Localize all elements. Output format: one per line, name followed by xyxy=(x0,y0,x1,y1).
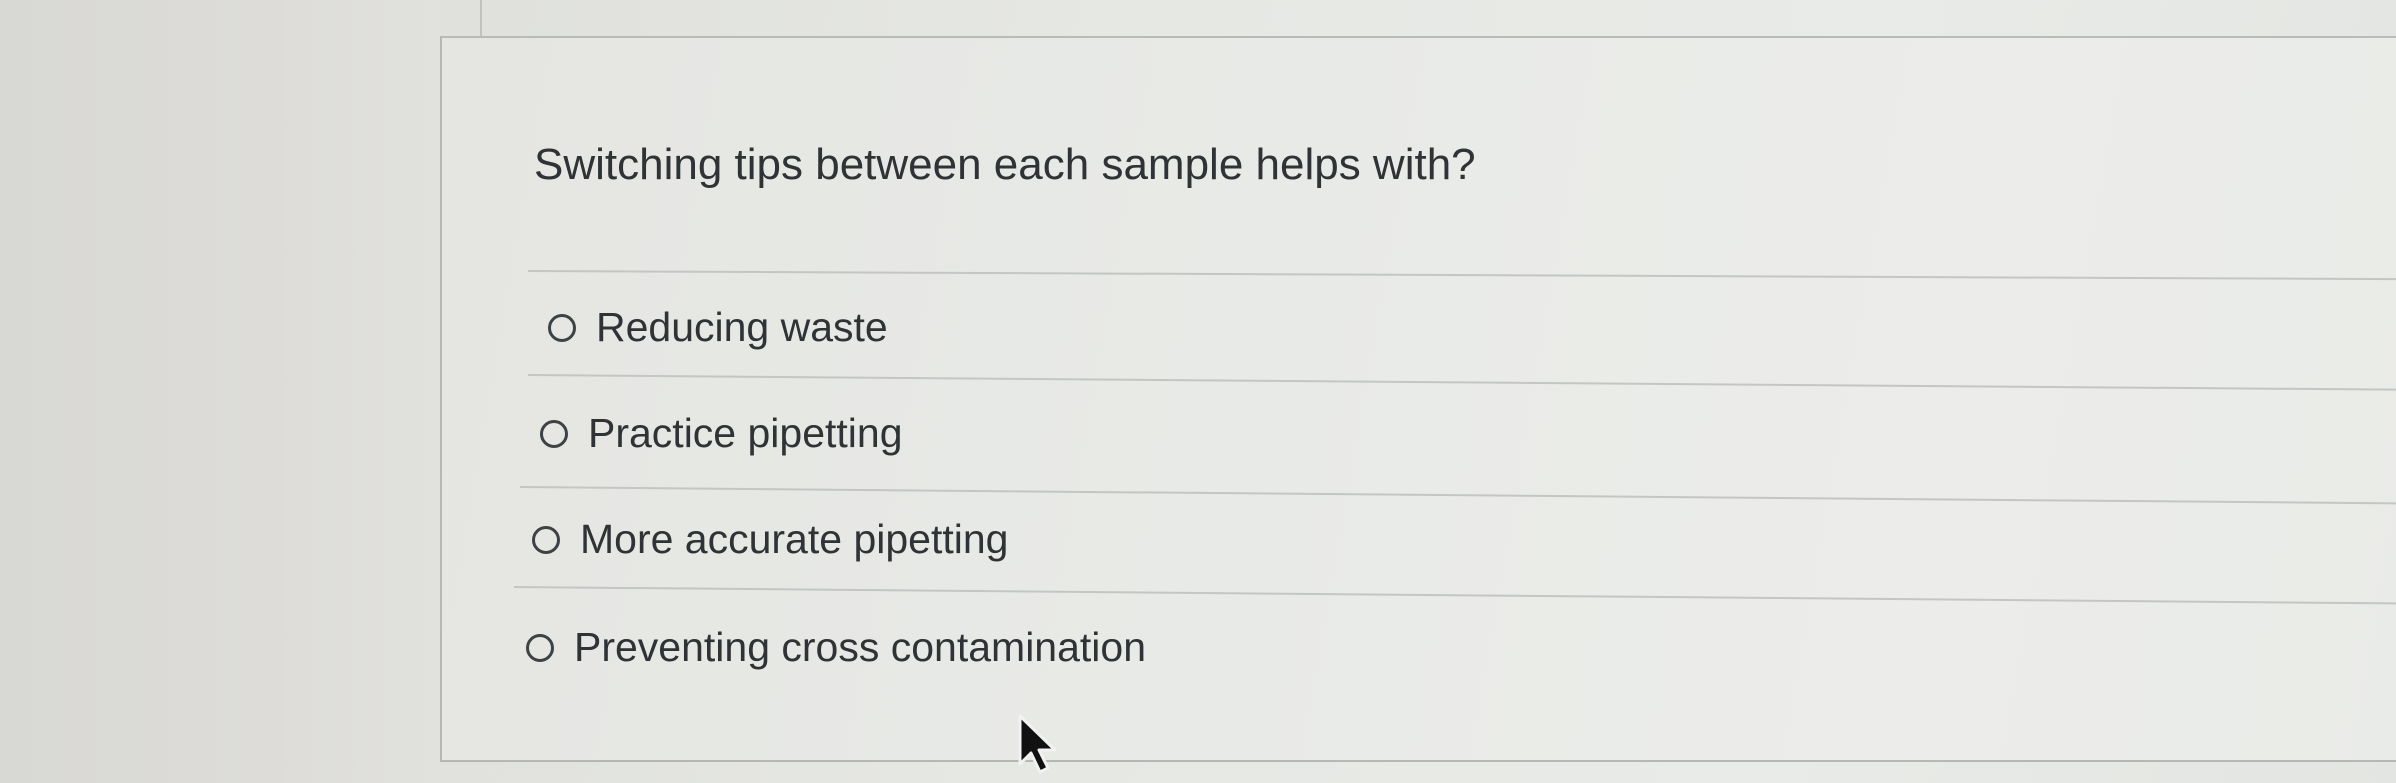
answer-option-preventing-cross-contamination[interactable]: Preventing cross contamination xyxy=(526,624,1146,671)
answer-option-label: Practice pipetting xyxy=(588,410,903,456)
radio-button-unselected-icon[interactable] xyxy=(526,633,554,662)
answer-option-reducing-waste[interactable]: Reducing waste xyxy=(548,304,888,351)
left-background-panel xyxy=(0,0,440,783)
radio-button-unselected-icon[interactable] xyxy=(532,525,560,554)
question-card-header-edge xyxy=(480,0,2396,36)
radio-button-unselected-icon[interactable] xyxy=(548,313,576,342)
answer-option-label: More accurate pipetting xyxy=(580,516,1009,562)
answer-option-practice-pipetting[interactable]: Practice pipetting xyxy=(540,410,903,457)
answer-option-label: Preventing cross contamination xyxy=(574,624,1147,670)
answer-option-label: Reducing waste xyxy=(596,304,888,350)
radio-button-unselected-icon[interactable] xyxy=(540,419,568,448)
answer-option-more-accurate-pipetting[interactable]: More accurate pipetting xyxy=(532,516,1008,563)
mouse-pointer-icon xyxy=(1018,714,1057,774)
question-text: Switching tips between each sample helps… xyxy=(534,140,1476,189)
